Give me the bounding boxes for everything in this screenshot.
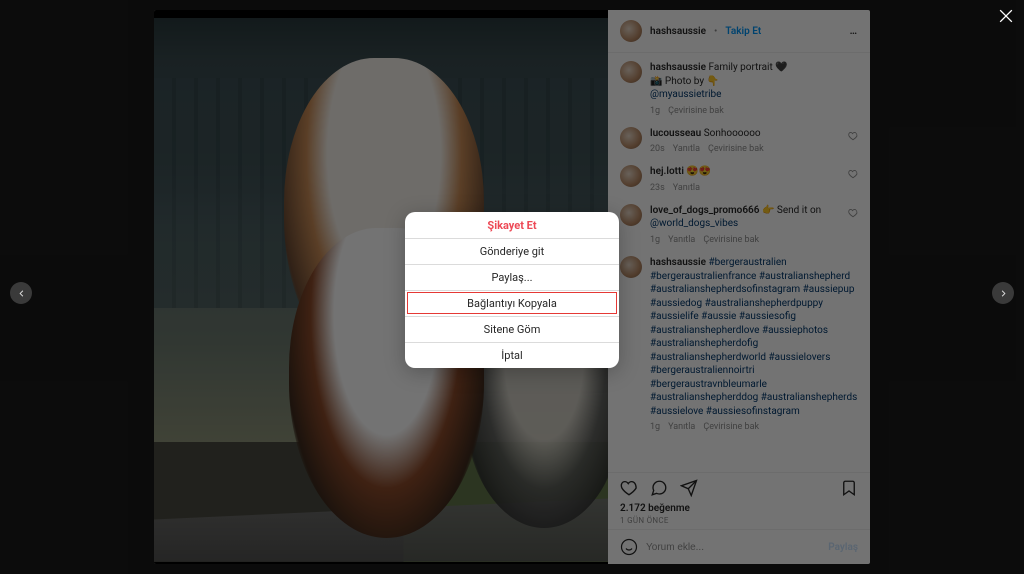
- menu-goto-post[interactable]: Gönderiye git: [405, 238, 619, 264]
- prev-post-button[interactable]: [10, 282, 32, 304]
- next-post-button[interactable]: [992, 282, 1014, 304]
- chevron-right-icon: [998, 288, 1009, 299]
- menu-share[interactable]: Paylaş...: [405, 264, 619, 290]
- options-menu: Şikayet Et Gönderiye git Paylaş... Bağla…: [405, 212, 619, 368]
- close-modal-button[interactable]: [996, 6, 1016, 26]
- close-icon: [996, 6, 1016, 26]
- menu-report[interactable]: Şikayet Et: [405, 212, 619, 238]
- menu-copy-link[interactable]: Bağlantıyı Kopyala: [405, 290, 619, 316]
- chevron-left-icon: [16, 288, 27, 299]
- menu-cancel[interactable]: İptal: [405, 342, 619, 368]
- menu-embed[interactable]: Sitene Göm: [405, 316, 619, 342]
